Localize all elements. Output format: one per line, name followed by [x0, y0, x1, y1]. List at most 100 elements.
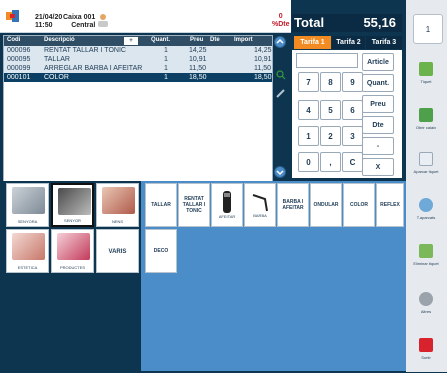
product-rentat-tallar-tonic[interactable]: RENTAT TALLAR I TONIC: [178, 183, 210, 227]
key-6[interactable]: 6: [342, 100, 363, 120]
percent-discount[interactable]: 0 %Dte: [272, 13, 290, 29]
key-5[interactable]: 5: [320, 100, 341, 120]
add-column-button[interactable]: +: [124, 37, 138, 45]
tiquet-button[interactable]: Tiquet: [408, 62, 444, 97]
row-actions: [276, 70, 286, 110]
key-7[interactable]: 7: [298, 72, 319, 92]
table-row[interactable]: 000095 TALLAR 1 10,91 10,91: [4, 55, 272, 64]
discount-button[interactable]: Dte: [362, 116, 394, 134]
scroll-down-button[interactable]: [274, 166, 286, 178]
exit-button[interactable]: Sortir: [408, 338, 444, 373]
cell-preu: 10,91: [189, 56, 207, 63]
category-senyora[interactable]: SENYORA: [6, 183, 49, 227]
child-portrait-icon: [102, 187, 135, 214]
cell-preu: 14,25: [189, 47, 207, 54]
shaver-icon: [223, 191, 231, 213]
cell-quant: 1: [164, 56, 168, 63]
key-1[interactable]: 1: [298, 126, 319, 146]
caixa-text: Caixa 001: [63, 14, 96, 21]
date-text: 21/04/20: [35, 14, 63, 21]
category-label: ESTETICA: [17, 265, 38, 270]
col-preu: Preu: [190, 37, 204, 43]
chevron-down-icon: [276, 170, 284, 176]
park-ticket-label: Aparcar tiquet: [413, 169, 439, 174]
delete-ticket-button[interactable]: Eliminar tiquet: [408, 244, 444, 279]
delete-ticket-label: Eliminar tiquet: [413, 261, 439, 266]
delete-line-button[interactable]: X: [362, 158, 394, 176]
category-estetica[interactable]: ESTETICA: [6, 229, 49, 273]
quantity-button[interactable]: Quant.: [362, 74, 394, 92]
category-senyor[interactable]: SENYOR: [51, 183, 94, 227]
category-productes[interactable]: PRODUCTES: [51, 229, 94, 273]
product-ondular[interactable]: ONDULAR: [310, 183, 342, 227]
category-panel: SENYORA SENYOR NENS ESTETICA PRODUCTES V…: [3, 181, 141, 371]
product-deco[interactable]: DECO: [145, 229, 177, 273]
table-row[interactable]: 000099 ARREGLAR BARBA I AFEITAR 1 11,50 …: [4, 64, 272, 73]
price-button[interactable]: Preu: [362, 95, 394, 113]
category-varis[interactable]: VARIS: [96, 229, 139, 273]
bag-icon: [419, 152, 433, 166]
tiquet-label: Tiquet: [420, 79, 432, 84]
open-drawer-button[interactable]: Obrir calaix: [408, 108, 444, 143]
cell-codi: 000101: [7, 74, 31, 81]
key-9[interactable]: 9: [342, 72, 363, 92]
article-button[interactable]: Article: [362, 53, 394, 71]
product-afeitar[interactable]: AFEITAR: [211, 183, 243, 227]
key-comma[interactable]: ,: [320, 152, 341, 172]
cell-import: 10,91: [254, 56, 272, 63]
key-4[interactable]: 4: [298, 100, 319, 120]
product-barba[interactable]: BARBA: [244, 183, 276, 227]
scroll-up-button[interactable]: [274, 36, 286, 48]
edit-icon[interactable]: [276, 88, 286, 98]
open-drawer-label: Obrir calaix: [415, 125, 437, 130]
parked-tickets-label: T.aparcats: [416, 215, 436, 220]
category-label: SENYORA: [17, 219, 38, 224]
cell-preu: 18,50: [189, 74, 207, 81]
cell-codi: 000095: [7, 56, 31, 63]
table-row[interactable]: 000096 RENTAT TALLAR I TONIC 1 14,25 14,…: [4, 46, 272, 55]
ticket-counter[interactable]: 1: [413, 14, 443, 44]
beauty-icon: [12, 233, 45, 260]
percent-discount-value: 0: [278, 13, 283, 20]
cell-quant: 1: [164, 74, 168, 81]
key-0[interactable]: 0: [298, 152, 319, 172]
cell-quant: 1: [164, 65, 168, 72]
user-icon[interactable]: [96, 13, 110, 27]
key-2[interactable]: 2: [320, 126, 341, 146]
product-color[interactable]: COLOR: [343, 183, 375, 227]
key-3[interactable]: 3: [342, 126, 363, 146]
tab-tarifa-1[interactable]: Tarifa 1: [294, 36, 331, 49]
total-value: 55,16: [363, 15, 396, 30]
tab-tarifa-3[interactable]: Tarifa 3: [366, 36, 402, 49]
time-text: 11:50: [35, 22, 53, 29]
category-nens[interactable]: NENS: [96, 183, 139, 227]
col-codi: Codi: [7, 37, 21, 43]
product-label: BARBA: [253, 213, 267, 218]
table-row-selected[interactable]: 000101 COLOR 1 18,50 18,50: [4, 73, 272, 82]
cell-codi: 000099: [7, 65, 31, 72]
products-icon: [57, 233, 90, 260]
other-button[interactable]: Altres: [408, 292, 444, 327]
minus-button[interactable]: -: [362, 137, 394, 155]
product-barba-afeitar[interactable]: BARBA I AFEITAR: [277, 183, 309, 227]
keypad: 7 8 9 4 5 6 1 2 3 0 , C Article Quant. P…: [292, 50, 402, 178]
zoom-icon[interactable]: [276, 70, 286, 80]
park-ticket-button[interactable]: Aparcar tiquet: [408, 152, 444, 187]
magnifier-icon: [419, 198, 433, 212]
product-reflex[interactable]: REFLEX: [376, 183, 404, 227]
trash-icon: [419, 244, 433, 258]
parked-tickets-button[interactable]: T.aparcats: [408, 198, 444, 233]
product-tallar[interactable]: TALLAR: [145, 183, 177, 227]
tab-tarifa-2[interactable]: Tarifa 2: [332, 36, 365, 49]
other-label: Altres: [420, 309, 432, 314]
hair-tools-icon: [12, 187, 45, 214]
key-clear[interactable]: C: [342, 152, 363, 172]
cell-codi: 000096: [7, 47, 31, 54]
header-bar: 21/04/20 11:50 Caixa 001 Central 0 %Dte: [0, 0, 291, 33]
cash-drawer-icon: [419, 108, 433, 122]
table-header: Codi Descripció + Quant. Preu Dte Import: [4, 36, 272, 46]
chevron-up-icon: [276, 38, 284, 44]
datetime: 21/04/20 11:50: [35, 14, 62, 30]
key-8[interactable]: 8: [320, 72, 341, 92]
cell-desc: COLOR: [44, 74, 69, 81]
